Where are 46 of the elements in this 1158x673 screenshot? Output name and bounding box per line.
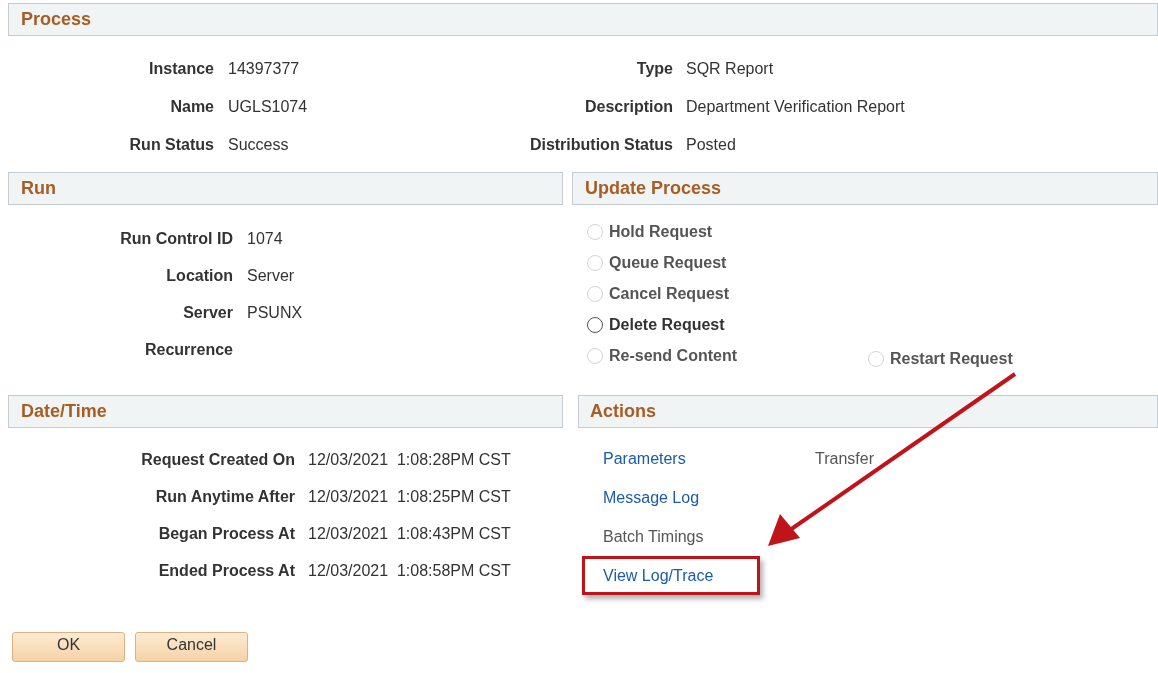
radio-label: Delete Request	[609, 315, 725, 335]
section-header: Process	[8, 3, 1158, 36]
field-value: PSUNX	[247, 302, 303, 323]
field-label: Request Created On	[140, 449, 295, 470]
field-value: 12/03/2021 1:08:43PM CST	[308, 523, 511, 544]
field-value: SQR Report	[686, 59, 774, 79]
field-label: Location	[165, 265, 233, 286]
field-value: Server	[247, 265, 295, 286]
field-label: Run Anytime After	[154, 486, 295, 507]
section-header: Date/Time	[8, 395, 563, 428]
dialog-button[interactable]: Cancel	[135, 632, 248, 662]
action-link[interactable]: Message Log	[603, 485, 700, 510]
field-label: Instance	[148, 59, 214, 79]
field-label: Run Control ID	[119, 228, 233, 249]
field-label: Type	[635, 59, 673, 79]
field-label: Name	[169, 97, 214, 117]
dialog-button[interactable]: OK	[12, 632, 125, 662]
field-value: Success	[228, 135, 289, 155]
section-header: Run	[8, 172, 563, 205]
field-label: Server	[182, 302, 233, 323]
radio-label: Hold Request	[609, 222, 713, 242]
field-value: 1074	[247, 228, 283, 249]
action-link[interactable]: View Log/Trace	[603, 563, 714, 588]
action-label: Transfer	[815, 448, 874, 469]
radio-label: Restart Request	[890, 349, 1013, 369]
field-value: 12/03/2021 1:08:58PM CST	[308, 560, 511, 581]
field-value: 12/03/2021 1:08:25PM CST	[308, 486, 511, 507]
field-label: Run Status	[128, 135, 214, 155]
section-header: Update Process	[572, 172, 1158, 205]
section-header: Actions	[578, 395, 1158, 428]
radio-button[interactable]	[587, 317, 603, 333]
field-label: Ended Process At	[157, 560, 295, 581]
field-label: Description	[584, 97, 673, 117]
field-label: Began Process At	[157, 523, 295, 544]
radio-label: Cancel Request	[609, 284, 730, 304]
radio-label: Re-send Content	[609, 346, 737, 366]
action-link[interactable]: Parameters	[603, 446, 686, 471]
field-label: Recurrence	[143, 339, 233, 360]
field-value: Department Verification Report	[686, 97, 905, 117]
radio-label: Queue Request	[609, 253, 727, 273]
field-value: UGLS1074	[228, 97, 308, 117]
field-value: 14397377	[228, 59, 300, 79]
field-label: Distribution Status	[528, 135, 673, 155]
action-label: Batch Timings	[603, 526, 704, 547]
field-value: 12/03/2021 1:08:28PM CST	[308, 449, 511, 470]
field-value: Posted	[686, 135, 736, 155]
